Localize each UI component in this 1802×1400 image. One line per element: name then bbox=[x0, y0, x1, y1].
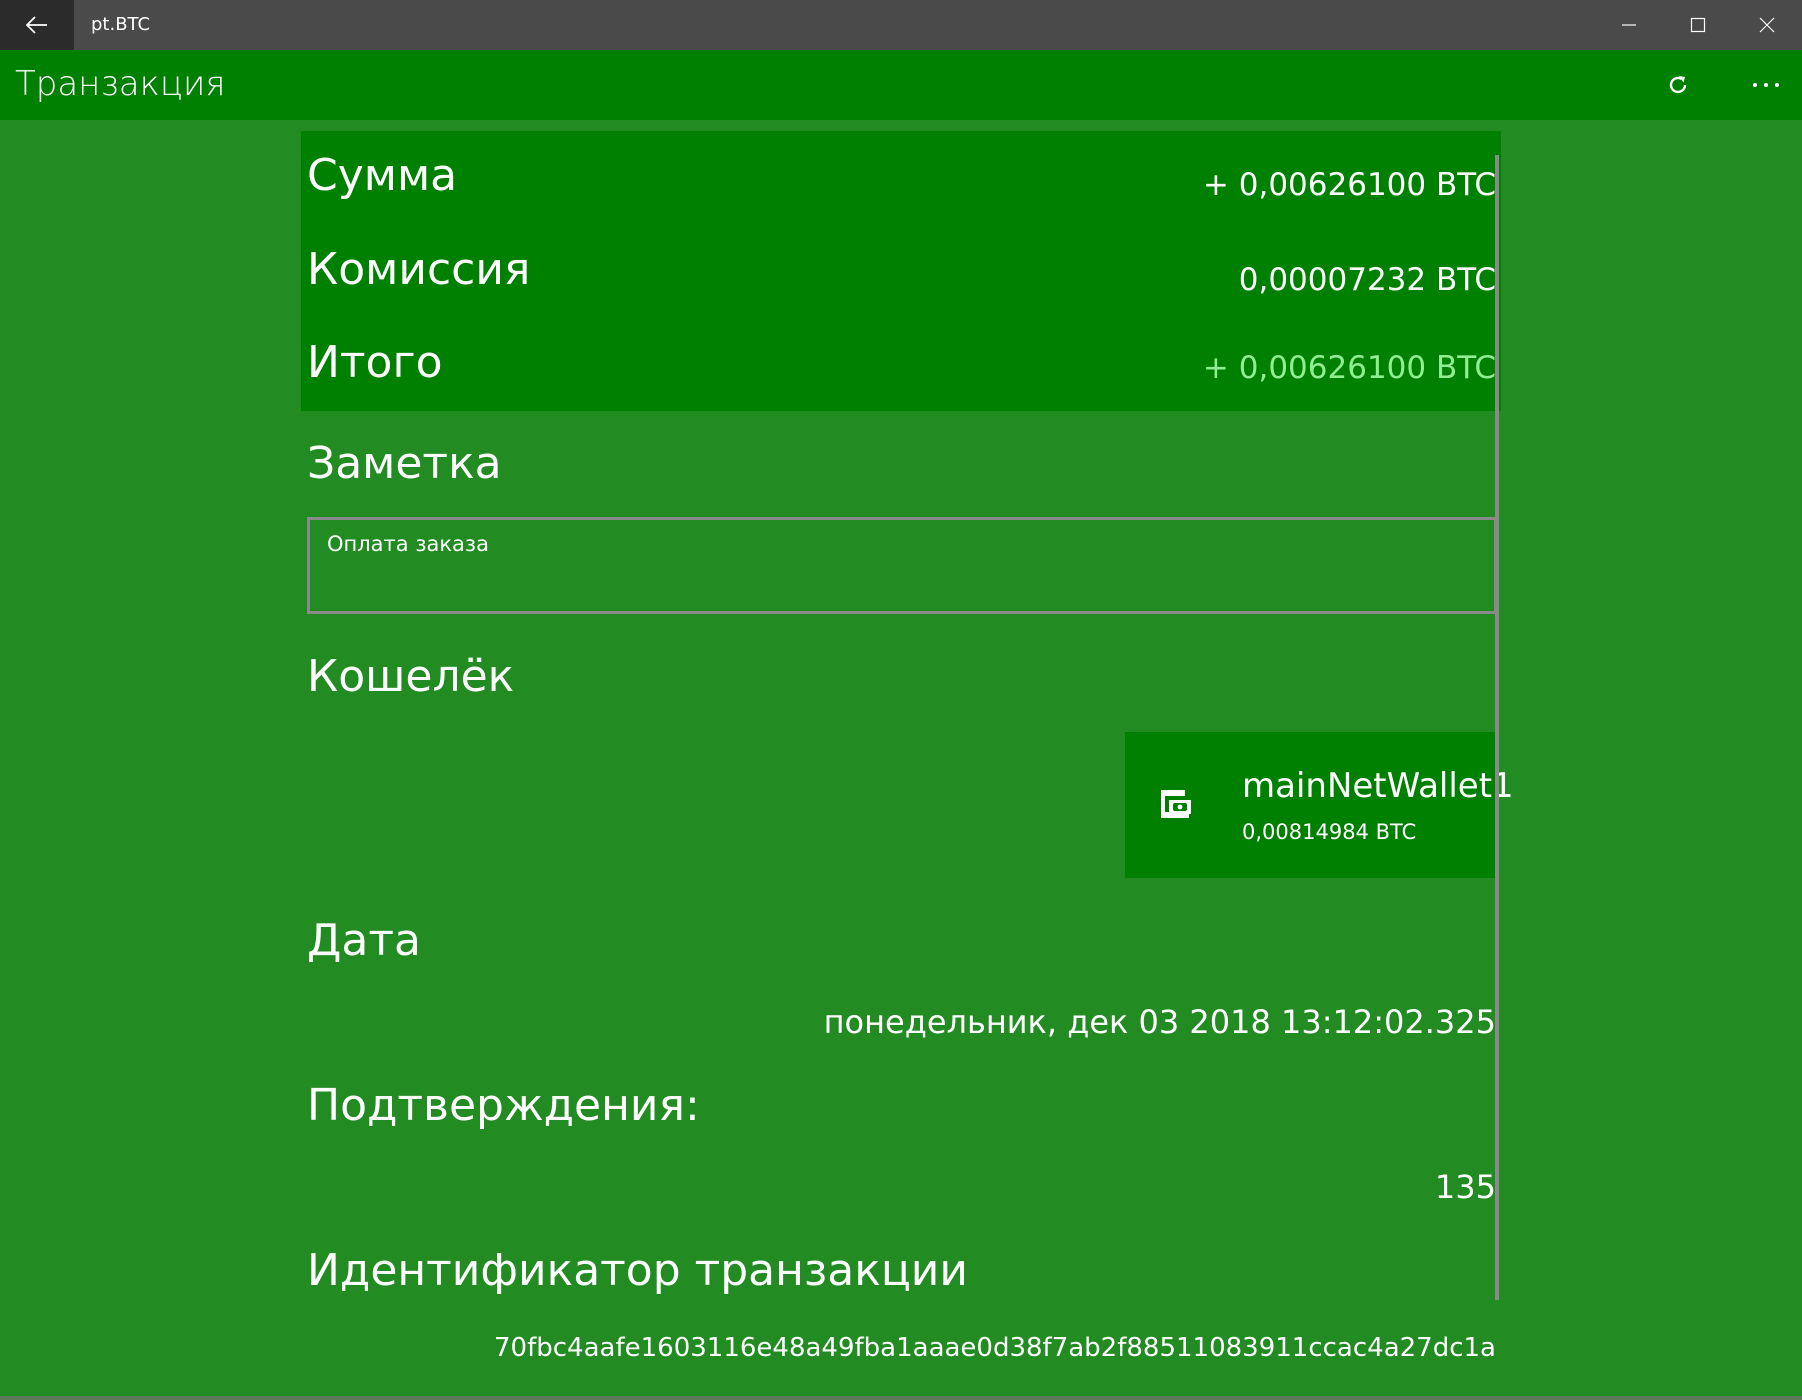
wallet-tile[interactable]: mainNetWallet1 0,00814984 BTC bbox=[1125, 732, 1514, 878]
vertical-scrollbar[interactable] bbox=[1495, 155, 1499, 1300]
date-value: понедельник, дек 03 2018 13:12:02.325 bbox=[823, 1003, 1496, 1041]
page-title: Транзакция bbox=[15, 64, 226, 104]
wallet-icon bbox=[1161, 790, 1191, 818]
amount-label: Сумма bbox=[307, 150, 458, 201]
minimize-button[interactable] bbox=[1594, 0, 1663, 50]
back-arrow-icon bbox=[26, 16, 47, 34]
back-button[interactable] bbox=[0, 0, 74, 50]
maximize-icon bbox=[1690, 17, 1705, 33]
refresh-icon bbox=[1669, 76, 1687, 94]
window-title: pt.BTC bbox=[91, 14, 151, 35]
txid-label: Идентификатор транзакции bbox=[307, 1245, 968, 1296]
wallet-balance: 0,00814984 BTC bbox=[1242, 820, 1417, 844]
close-button[interactable] bbox=[1732, 0, 1801, 50]
note-text: Оплата заказа bbox=[327, 532, 489, 556]
app-header: Транзакция bbox=[0, 50, 1802, 120]
more-icon bbox=[1753, 83, 1779, 87]
refresh-button[interactable] bbox=[1648, 60, 1708, 110]
close-icon bbox=[1759, 17, 1774, 33]
more-button[interactable] bbox=[1736, 60, 1796, 110]
wallet-label: Кошелёк bbox=[307, 651, 515, 702]
maximize-button[interactable] bbox=[1663, 0, 1732, 50]
confirmations-value: 135 bbox=[1434, 1168, 1496, 1206]
date-label: Дата bbox=[307, 915, 421, 966]
fee-label: Комиссия bbox=[307, 244, 531, 295]
window-titlebar: pt.BTC bbox=[0, 0, 1802, 50]
wallet-name: mainNetWallet1 bbox=[1242, 766, 1514, 806]
amount-value: + 0,00626100 BTC bbox=[1202, 167, 1496, 203]
confirmations-label: Подтверждения: bbox=[307, 1080, 700, 1131]
fee-value: 0,00007232 BTC bbox=[1238, 262, 1496, 298]
minimize-icon bbox=[1621, 24, 1636, 26]
total-value: + 0,00626100 BTC bbox=[1202, 350, 1496, 386]
total-label: Итого bbox=[307, 337, 443, 388]
note-field[interactable]: Оплата заказа bbox=[307, 517, 1497, 614]
note-label: Заметка bbox=[307, 438, 502, 489]
window-bottom-edge bbox=[0, 1396, 1802, 1400]
txid-value: 70fbc4aafe1603116e48a49fba1aaae0d38f7ab2… bbox=[494, 1333, 1496, 1363]
